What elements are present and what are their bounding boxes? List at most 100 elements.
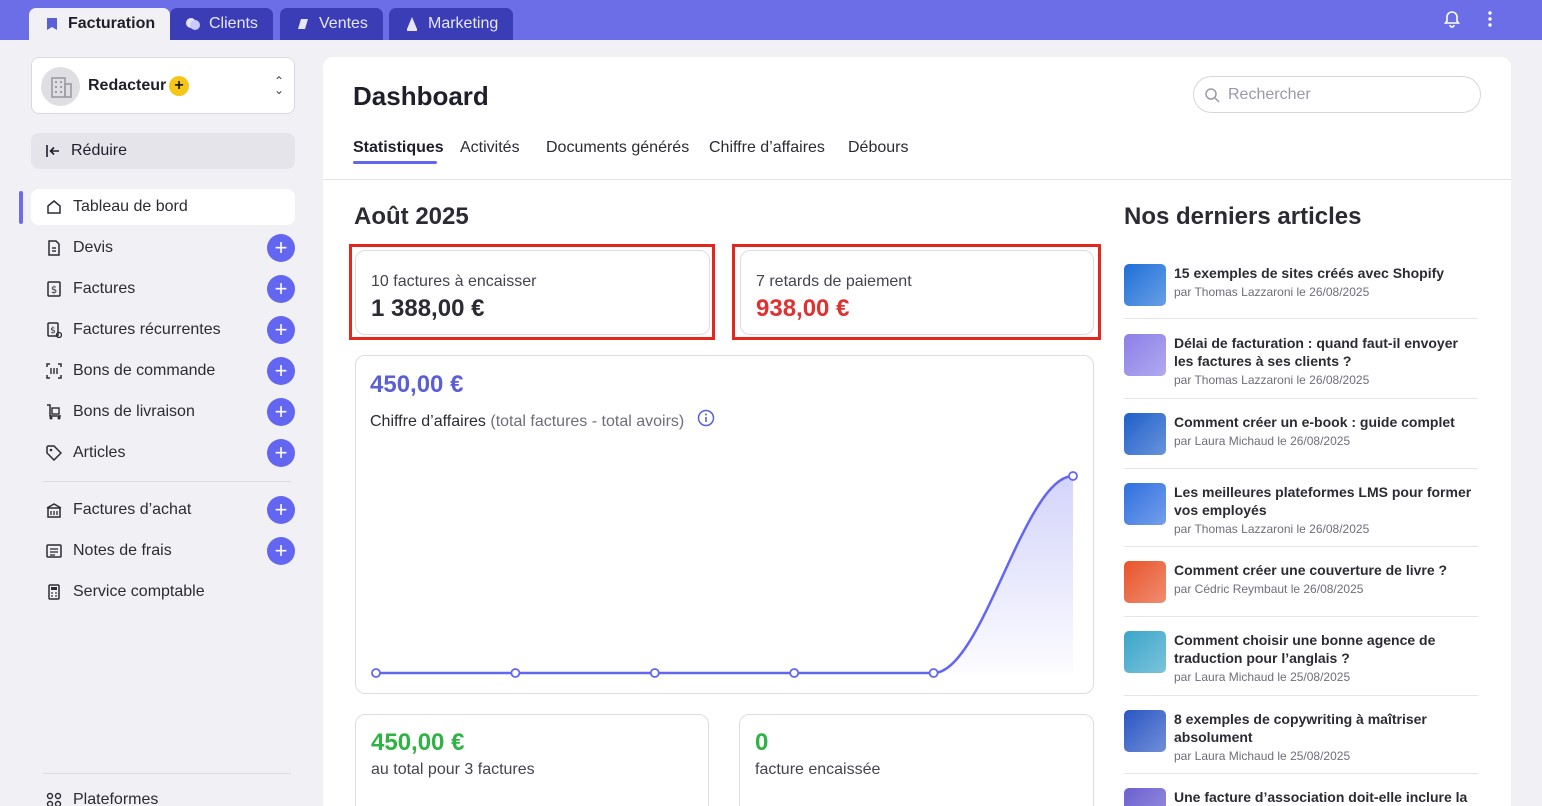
article-item[interactable]: 8 exemples de copywriting à maîtriser ab… [1124,710,1478,772]
recurring-invoice-icon: $ [45,321,63,339]
period-title: Août 2025 [354,203,469,230]
collected-invoices-card[interactable]: 0 facture encaissée [739,714,1094,806]
bell-icon[interactable] [1441,8,1463,30]
add-devis-button[interactable]: + [267,234,295,262]
article-item[interactable]: Comment créer une couverture de livre ? … [1124,561,1478,613]
clients-icon [186,18,200,30]
add-article-button[interactable]: + [267,439,295,467]
add-purchase-order-button[interactable]: + [267,357,295,385]
chart-point[interactable] [789,668,800,678]
article-meta: par Thomas Lazzaroni le 26/08/2025 [1174,285,1370,299]
purchase-invoice-icon [45,501,63,519]
tab-marketing[interactable]: Marketing [389,8,514,40]
tab-label: Ventes [319,15,368,32]
delivery-icon [45,403,63,421]
tab-facturation[interactable]: Facturation [29,8,171,40]
article-divider [1124,616,1478,617]
article-thumbnail [1124,334,1166,376]
collapse-label: Réduire [71,142,128,159]
sidebar-item-label: Plateformes [73,791,159,806]
marketing-icon [407,17,417,31]
article-item[interactable]: Comment créer un e-book : guide complet … [1124,413,1478,465]
chart-point[interactable] [1068,471,1078,481]
tab-debours[interactable]: Débours [848,139,908,157]
article-item[interactable]: Délai de facturation : quand faut-il env… [1124,334,1478,396]
article-meta: par Laura Michaud le 26/08/2025 [1174,434,1351,448]
total-invoices-card[interactable]: 450,00 € au total pour 3 factures [355,714,709,806]
tab-ventes[interactable]: Ventes [280,8,383,40]
tab-label: Marketing [428,15,499,32]
tab-statistiques[interactable]: Statistiques [353,139,444,157]
article-item[interactable]: Les meilleures plateformes LMS pour form… [1124,483,1478,545]
sidebar-item-label: Articles [73,444,126,461]
more-options-icon[interactable] [1479,8,1501,30]
article-item[interactable]: 15 exemples de sites créés avec Shopify … [1124,264,1478,324]
sidebar-item-articles[interactable]: Articles + [31,435,295,471]
collapse-sidebar-button[interactable]: Réduire [31,133,295,169]
add-delivery-note-button[interactable]: + [267,398,295,426]
sidebar-item-plateformes[interactable]: Plateformes [31,782,295,806]
add-expense-button[interactable]: + [267,537,295,565]
chart-point[interactable] [649,668,660,678]
sidebar-item-label: Devis [73,239,114,256]
chart-point[interactable] [928,668,939,678]
article-thumbnail [1124,561,1166,603]
article-title: 15 exemples de sites créés avec Shopify [1174,265,1445,281]
tab-chiffre-affaires[interactable]: Chiffre d’affaires [709,139,825,157]
article-divider [1124,398,1478,399]
article-item[interactable]: Une facture d’association doit-elle incl… [1124,788,1478,806]
page-title: Dashboard [353,81,489,111]
add-purchase-invoice-button[interactable]: + [267,496,295,524]
article-title: Comment créer une couverture de livre ? [1174,562,1448,578]
tab-documents-generes[interactable]: Documents générés [546,139,689,157]
sidebar-item-label: Notes de frais [73,542,172,559]
svg-text:$: $ [50,326,56,336]
article-title: Les meilleures plateformes LMS pour form… [1174,484,1472,518]
sidebar-item-notes-de-frais[interactable]: Notes de frais + [31,533,295,569]
chart-point[interactable] [371,668,381,678]
sidebar-item-devis[interactable]: Devis + [31,230,295,266]
article-divider [1124,318,1478,319]
article-thumbnail [1124,710,1166,752]
article-meta: par Thomas Lazzaroni le 26/08/2025 [1174,373,1370,387]
search-box[interactable] [1193,76,1481,113]
sidebar-item-service-comptable[interactable]: Service comptable [31,574,295,610]
article-thumbnail [1124,788,1166,806]
search-input[interactable] [1228,85,1468,104]
article-divider [1124,546,1478,547]
add-facture-button[interactable]: + [267,275,295,303]
article-item[interactable]: Comment choisir une bonne agence de trad… [1124,631,1478,693]
quote-icon [45,239,63,257]
article-meta: par Thomas Lazzaroni le 26/08/2025 [1174,522,1370,536]
article-title: Comment choisir une bonne agence de trad… [1174,632,1436,666]
home-icon [45,198,63,216]
article-thumbnail [1124,483,1166,525]
sidebar-item-factures-recurrentes[interactable]: $ Factures récurrentes + [31,312,295,348]
collected-value: 0 [755,729,769,756]
top-bar: Facturation Clients Ventes Marketing [0,0,1542,40]
sidebar-item-tableau-de-bord[interactable]: Tableau de bord [31,189,295,225]
organization-switcher[interactable]: Redacteur + ⌃ ⌄ [31,57,295,114]
main-panel: Dashboard Statistiques Activités Documen… [323,57,1511,806]
sales-icon [298,19,308,29]
sidebar-divider [43,773,291,774]
highlight-frame [732,244,1101,340]
sidebar-item-label: Bons de livraison [73,403,195,420]
tag-icon [45,444,63,462]
tab-clients[interactable]: Clients [170,8,273,40]
sidebar-item-bons-de-livraison[interactable]: Bons de livraison + [31,394,295,430]
sidebar-item-bons-de-commande[interactable]: Bons de commande + [31,353,295,389]
active-tab-indicator [353,161,437,164]
add-recurring-invoice-button[interactable]: + [267,316,295,344]
tab-activites[interactable]: Activités [460,139,520,157]
expense-icon [45,542,63,560]
sidebar-item-factures-achat[interactable]: Factures d’achat + [31,492,295,528]
chart-point[interactable] [510,668,521,678]
invoice-icon [47,18,57,30]
chevron-updown-icon: ⌃ ⌄ [273,74,284,97]
article-title: Comment créer un e-book : guide complet [1174,414,1455,430]
sidebar-item-label: Factures d’achat [73,501,192,518]
invoice-dollar-icon: $ [45,280,63,298]
sidebar-item-factures[interactable]: $ Factures + [31,271,295,307]
articles-title: Nos derniers articles [1124,203,1362,230]
